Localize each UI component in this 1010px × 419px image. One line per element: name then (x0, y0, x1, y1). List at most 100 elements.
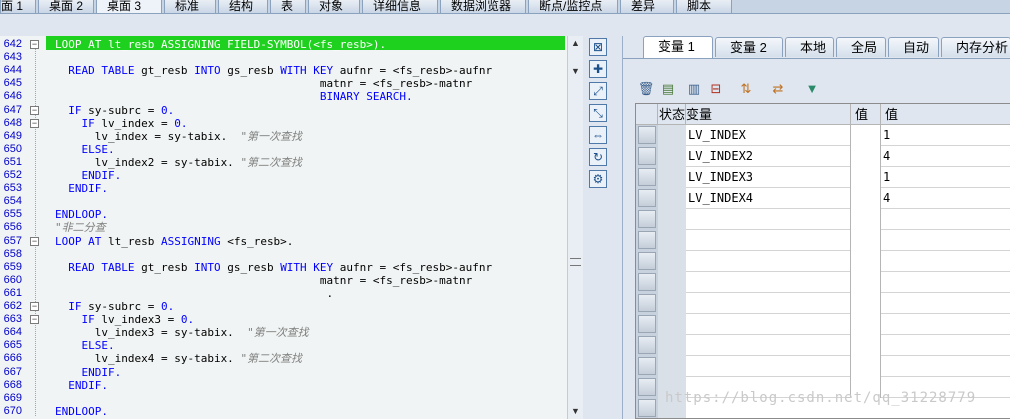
table-row[interactable] (686, 293, 1010, 314)
table-row[interactable] (686, 314, 1010, 335)
row-selector[interactable] (638, 273, 656, 291)
transfer-icon[interactable]: ⇄ (769, 80, 787, 98)
row-selector[interactable] (638, 189, 656, 207)
code-line[interactable]: "非二分查 (55, 221, 106, 234)
variable-name-cell[interactable]: LV_INDEX3 (686, 167, 851, 188)
tab-variables[interactable]: 全局 (836, 37, 886, 57)
fold-toggle-icon[interactable]: − (30, 118, 39, 128)
new-item-icon[interactable]: ✚ (589, 60, 607, 78)
table-row[interactable]: LV_INDEX3 1 (686, 167, 1010, 188)
tab-variables[interactable]: 变量 1 (643, 36, 713, 58)
row-selector[interactable] (638, 231, 656, 249)
edit-icon[interactable]: ▥ (685, 80, 703, 98)
code-line[interactable]: matnr = <fs_resb>-matnr (55, 77, 472, 90)
code-line[interactable]: ENDIF. (55, 379, 108, 392)
resize-icon[interactable]: ⤡ (589, 104, 607, 122)
code-line[interactable]: READ TABLE gt_resb INTO gs_resb WITH KEY… (55, 64, 492, 77)
variable-value-cell[interactable] (881, 251, 1010, 272)
code-line[interactable]: lv_index2 = sy-tabix. "第二次查找 (55, 156, 302, 169)
variable-value-cell[interactable] (881, 335, 1010, 356)
detail-icon[interactable]: ▤ (659, 80, 677, 98)
fold-toggle-icon[interactable]: − (30, 40, 39, 49)
scroll-down-icon[interactable]: ▼ (571, 66, 580, 76)
row-selector[interactable] (638, 147, 656, 165)
variable-value-cell[interactable] (881, 209, 1010, 230)
variable-name-cell[interactable] (686, 230, 851, 251)
remove-icon[interactable]: ⊟ (707, 80, 725, 98)
code-line[interactable]: ENDLOOP. (55, 405, 108, 418)
scroll-up-icon[interactable]: ▲ (571, 38, 580, 48)
fold-toggle-icon[interactable]: − (30, 236, 39, 246)
code-line[interactable]: READ TABLE gt_resb INTO gs_resb WITH KEY… (55, 261, 492, 274)
code-line[interactable]: ENDIF. (55, 169, 121, 182)
table-row[interactable]: LV_INDEX 1 (686, 125, 1010, 146)
table-row[interactable] (686, 272, 1010, 293)
variable-value-cell[interactable] (881, 356, 1010, 377)
desktop-tab[interactable]: 标准 (164, 0, 216, 13)
table-row[interactable] (686, 356, 1010, 377)
variable-name-cell[interactable]: LV_INDEX4 (686, 188, 851, 209)
desktop-tab[interactable]: 表 (270, 0, 306, 13)
code-line[interactable]: ENDIF. (55, 366, 121, 379)
tab-variables[interactable]: 自动 (888, 37, 939, 57)
code-line[interactable]: lv_index4 = sy-tabix. "第二次查找 (55, 352, 302, 365)
desktop-tab[interactable]: 对象 (308, 0, 360, 13)
desktop-tab[interactable]: 断点/监控点 (528, 0, 618, 13)
variable-value-cell[interactable] (881, 314, 1010, 335)
variable-value-cell[interactable]: 1 (881, 125, 1010, 146)
desktop-tab[interactable]: 差异 (620, 0, 674, 13)
code-line[interactable]: BINARY SEARCH. (55, 90, 413, 103)
code-line[interactable]: . (55, 287, 334, 300)
scroll-down-icon[interactable]: ▼ (571, 406, 580, 416)
table-row[interactable]: LV_INDEX4 4 (686, 188, 1010, 209)
variable-value-cell[interactable]: 4 (881, 146, 1010, 167)
code-line[interactable]: LOOP AT lt_resb ASSIGNING FIELD-SYMBOL(<… (55, 38, 386, 51)
fold-toggle-icon[interactable]: − (30, 302, 39, 311)
table-row[interactable] (686, 335, 1010, 356)
row-selector[interactable] (638, 336, 656, 354)
row-selector[interactable] (638, 252, 656, 270)
sort-icon[interactable]: ⇅ (737, 80, 755, 98)
row-selector[interactable] (638, 399, 656, 417)
editor-scrollbar[interactable]: ▲ ▼ ▼ (567, 36, 583, 419)
header-type[interactable]: 值 (851, 104, 881, 125)
desktop-tab[interactable]: 桌面 3 (96, 0, 162, 13)
close-icon[interactable]: ⊠ (589, 38, 607, 56)
code-line[interactable]: lv_index = sy-tabix. "第一次查找 (55, 130, 302, 143)
desktop-tab[interactable]: 面 1 (0, 0, 36, 13)
code-line[interactable]: IF lv_index3 = 0. (55, 313, 194, 326)
code-line[interactable]: ELSE. (55, 143, 114, 156)
scroll-thumb[interactable] (570, 258, 581, 266)
row-selector[interactable] (638, 357, 656, 375)
variable-value-cell[interactable]: 1 (881, 167, 1010, 188)
variable-name-cell[interactable]: LV_INDEX2 (686, 146, 851, 167)
variable-name-cell[interactable] (686, 335, 851, 356)
table-row[interactable] (686, 230, 1010, 251)
code-editor[interactable]: 642− LOOP AT lt_resb ASSIGNING FIELD-SYMB… (0, 36, 567, 419)
fold-toggle-icon[interactable]: − (30, 105, 39, 115)
tab-variables[interactable]: 本地 (785, 37, 834, 57)
tab-variables[interactable]: 变量 2 (715, 37, 783, 57)
fold-toggle-icon[interactable]: − (30, 315, 39, 325)
desktop-tab[interactable]: 桌面 2 (38, 0, 94, 13)
variable-name-cell[interactable] (686, 251, 851, 272)
code-line[interactable]: matnr = <fs_resb>-matnr (55, 274, 472, 287)
row-selector[interactable] (638, 126, 656, 144)
code-line[interactable]: lv_index3 = sy-tabix. "第一次查找 (55, 326, 309, 339)
code-line[interactable]: IF sy-subrc = 0. (55, 104, 174, 117)
variable-name-cell[interactable] (686, 293, 851, 314)
variable-value-cell[interactable] (881, 293, 1010, 314)
row-selector[interactable] (638, 378, 656, 396)
refresh-icon[interactable]: ↻ (589, 148, 607, 166)
header-value[interactable]: 值 (881, 104, 1010, 125)
variable-name-cell[interactable] (686, 314, 851, 335)
fullscreen-icon[interactable]: ⤢ (589, 82, 607, 100)
header-variable[interactable]: 变量 (686, 104, 851, 125)
code-line[interactable]: ENDIF. (55, 182, 108, 195)
code-line[interactable]: LOOP AT lt_resb ASSIGNING <fs_resb>. (55, 235, 293, 248)
variable-name-cell[interactable] (686, 209, 851, 230)
code-line[interactable]: IF lv_index = 0. (55, 117, 187, 130)
code-line[interactable]: IF sy-subrc = 0. (55, 300, 174, 313)
variable-value-cell[interactable]: 4 (881, 188, 1010, 209)
table-row[interactable]: LV_INDEX2 4 (686, 146, 1010, 167)
